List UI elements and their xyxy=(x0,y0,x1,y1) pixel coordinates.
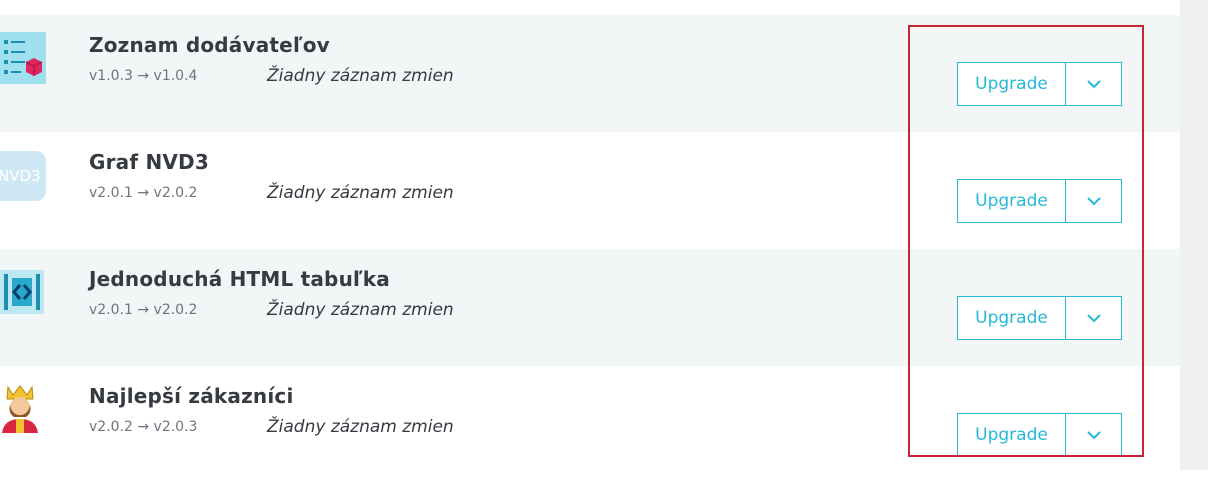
module-version: v2.0.2 → v2.0.3 xyxy=(89,419,198,435)
module-version: v1.0.3 → v1.0.4 xyxy=(89,68,198,84)
html-table-icon xyxy=(0,266,46,318)
upgrade-button[interactable]: Upgrade xyxy=(957,413,1066,457)
upgrade-button[interactable]: Upgrade xyxy=(957,179,1066,223)
module-name: Jednoduchá HTML tabuľka xyxy=(89,267,390,291)
upgrade-dropdown-toggle[interactable] xyxy=(1066,413,1122,457)
nvd3-icon: NVD3 xyxy=(0,149,46,201)
module-changelog: Žiadny záznam zmien xyxy=(267,183,454,203)
module-row: Najlepší zákazníci v2.0.2 → v2.0.3 Žiadn… xyxy=(0,366,1180,483)
nvd3-icon-text: NVD3 xyxy=(0,167,41,185)
upgrade-dropdown-toggle[interactable] xyxy=(1066,179,1122,223)
module-list: Zoznam dodávateľov v1.0.3 → v1.0.4 Žiadn… xyxy=(0,15,1180,483)
module-name: Najlepší zákazníci xyxy=(89,384,294,408)
module-changelog: Žiadny záznam zmien xyxy=(267,417,454,437)
upgrade-button[interactable]: Upgrade xyxy=(957,296,1066,340)
upgrade-button-group: Upgrade xyxy=(957,179,1122,223)
upgrade-button-group: Upgrade xyxy=(957,296,1122,340)
module-changelog: Žiadny záznam zmien xyxy=(267,66,454,86)
top-strip xyxy=(0,0,1180,15)
upgrade-button-group: Upgrade xyxy=(957,413,1122,457)
chevron-down-icon xyxy=(1086,430,1101,439)
module-version: v2.0.1 → v2.0.2 xyxy=(89,302,198,318)
chevron-down-icon xyxy=(1086,79,1101,88)
supplier-list-icon xyxy=(0,32,46,84)
module-name: Graf NVD3 xyxy=(89,150,209,174)
chevron-down-icon xyxy=(1086,196,1101,205)
upgrade-dropdown-toggle[interactable] xyxy=(1066,296,1122,340)
module-row: NVD3 Graf NVD3 v2.0.1 → v2.0.2 Žiadny zá… xyxy=(0,132,1180,249)
upgrade-dropdown-toggle[interactable] xyxy=(1066,62,1122,106)
upgrade-button-group: Upgrade xyxy=(957,62,1122,106)
king-icon xyxy=(0,383,46,435)
module-row: Jednoduchá HTML tabuľka v2.0.1 → v2.0.2 … xyxy=(0,249,1180,366)
module-row: Zoznam dodávateľov v1.0.3 → v1.0.4 Žiadn… xyxy=(0,15,1180,132)
module-name: Zoznam dodávateľov xyxy=(89,33,330,57)
chevron-down-icon xyxy=(1086,313,1101,322)
upgrade-button[interactable]: Upgrade xyxy=(957,62,1066,106)
scrollbar-track[interactable] xyxy=(1180,0,1208,470)
module-changelog: Žiadny záznam zmien xyxy=(267,300,454,320)
module-version: v2.0.1 → v2.0.2 xyxy=(89,185,198,201)
